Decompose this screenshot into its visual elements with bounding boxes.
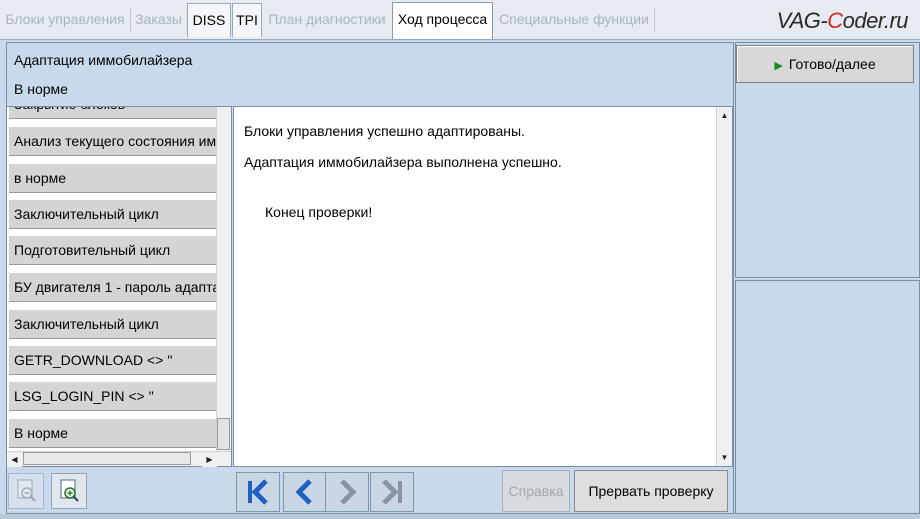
tab-orders: Заказы [135,11,182,27]
message-vertical-scrollbar[interactable]: ▲ ▼ [716,107,732,466]
skip-to-end-icon [382,479,402,505]
abort-check-button[interactable]: Прервать проверку [574,470,728,512]
message-line: Блоки управления успешно адаптированы. [244,123,525,139]
message-line: Адаптация иммобилайзера выполнена успешн… [244,154,562,170]
zoom-in-icon [60,479,79,502]
scroll-left-icon[interactable]: ◀ [7,452,22,467]
status-strip [0,514,920,519]
scroll-up-icon[interactable]: ▲ [717,108,732,123]
previous-step-button[interactable] [283,472,327,512]
first-step-button[interactable] [236,472,280,512]
list-item[interactable]: В норме [9,418,219,448]
tab-special-functions: Специальные функции [499,11,649,27]
procedure-title: Адаптация иммобилайзера [14,52,193,68]
steps-list[interactable]: Закрытие блоков Анализ текущего состояни… [6,106,232,467]
procedure-status: В норме [14,81,68,97]
brand-part-1: VAG- [776,8,828,33]
zoom-in-button[interactable] [51,473,87,509]
zoom-out-button[interactable] [8,473,44,509]
play-icon: ▶ [774,60,783,72]
chevron-right-icon [340,479,357,505]
scroll-right-icon[interactable]: ▶ [202,452,217,467]
list-item[interactable]: Заключительный цикл [9,199,219,229]
steps-vertical-scrollbar[interactable] [216,107,231,451]
tab-process[interactable]: Ход процесса [392,2,493,39]
done-next-label: Готово/далее [788,56,876,72]
list-item[interactable]: LSG_LOGIN_PIN <> '' [9,381,219,411]
tab-control-units: Блоки управления [5,11,125,27]
list-item[interactable]: Закрытие блоков [9,107,219,119]
help-button[interactable]: Справка [502,470,570,512]
steps-vertical-scroll-thumb[interactable] [217,418,230,450]
scroll-down-icon[interactable]: ▼ [717,450,732,465]
list-item[interactable]: БУ двигателя 1 - пароль адаптации [9,272,219,302]
tab-separator [654,8,655,32]
last-step-button[interactable] [370,472,414,512]
brand-part-2: C [827,8,843,33]
zoom-out-icon [17,479,36,502]
message-panel: Блоки управления успешно адаптированы. А… [233,106,733,467]
list-item[interactable]: Анализ текущего состояния иммобилайзера [9,126,219,156]
brand-part-3: oder.ru [842,8,909,33]
tab-tpi[interactable]: TPI [232,3,262,37]
watermark-logo: VAG-Coder.ru [776,8,909,34]
right-bottom-panel [735,280,920,514]
done-next-button[interactable]: ▶ Готово/далее [736,45,914,83]
tab-diagnostic-plan: План диагностики [268,11,386,27]
list-item[interactable]: Заключительный цикл [9,309,219,339]
chevron-left-icon [295,479,312,505]
skip-to-start-icon [248,479,268,505]
next-step-button[interactable] [325,472,369,512]
list-item[interactable]: GETR_DOWNLOAD <> '' [9,345,219,375]
steps-horizontal-scroll-thumb[interactable] [23,452,191,465]
list-item[interactable]: Подготовительный цикл [9,235,219,265]
message-line: Конец проверки! [265,204,373,220]
tab-diss[interactable]: DISS [187,3,231,37]
list-item[interactable]: в норме [9,163,219,193]
